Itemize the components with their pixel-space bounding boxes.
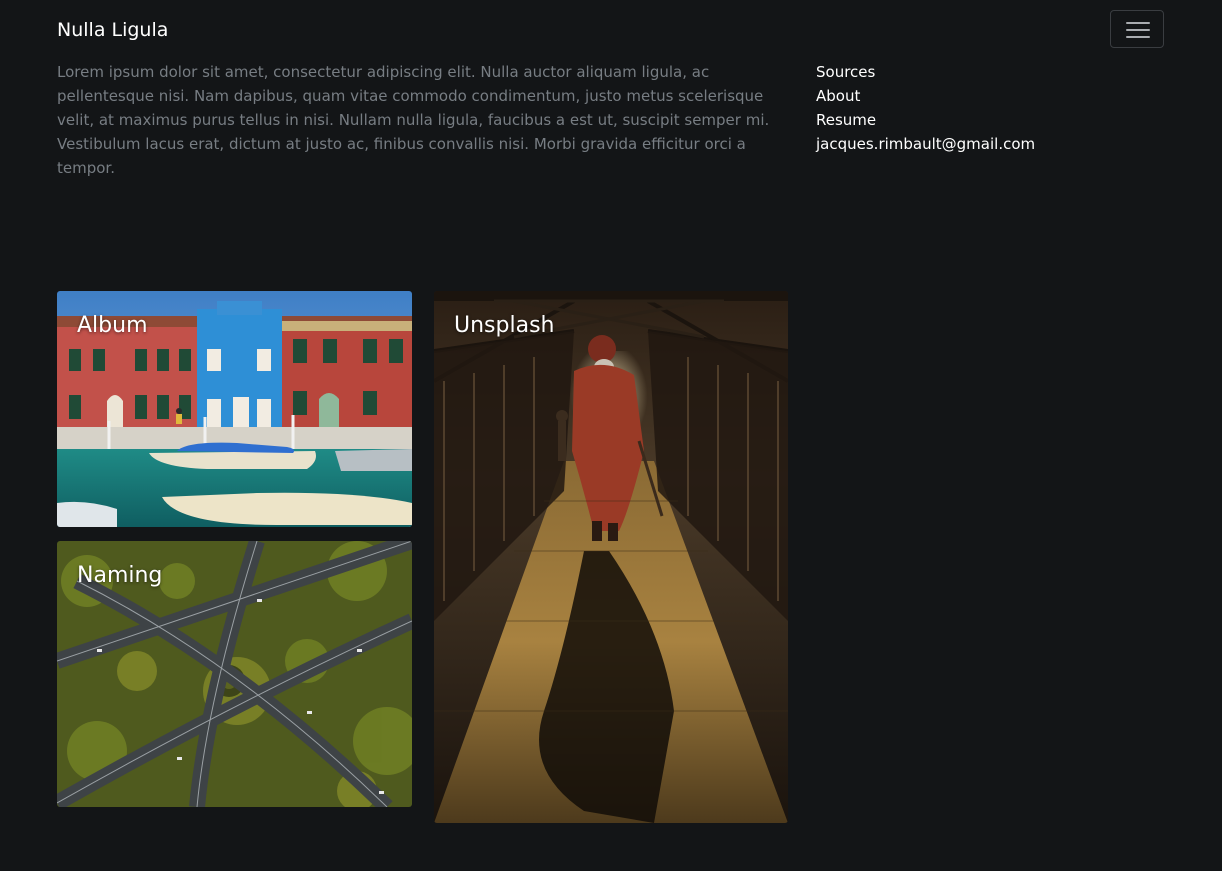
card-unsplash[interactable]: Unsplash (434, 291, 788, 823)
card-naming[interactable]: Naming (57, 541, 412, 807)
navbar-toggle-button[interactable] (1110, 10, 1164, 48)
navbar-brand[interactable]: Nulla Ligula (57, 19, 168, 41)
link-about[interactable]: About (816, 87, 860, 105)
card-title: Album (77, 313, 148, 338)
unsplash-image (434, 291, 788, 823)
list-item: Sources (816, 60, 1035, 84)
header-links: Sources About Resume jacques.rimbault@gm… (816, 60, 1035, 156)
card-title: Unsplash (454, 313, 555, 338)
link-resume[interactable]: Resume (816, 111, 876, 129)
link-email[interactable]: jacques.rimbault@gmail.com (816, 135, 1035, 153)
list-item: About (816, 84, 1035, 108)
hamburger-menu-icon (1126, 22, 1150, 38)
card-title: Naming (77, 563, 163, 588)
list-item: jacques.rimbault@gmail.com (816, 132, 1035, 156)
card-album[interactable]: Album (57, 291, 412, 527)
page: Nulla Ligula Lorem ipsum dolor sit amet,… (0, 0, 1222, 871)
link-sources[interactable]: Sources (816, 63, 875, 81)
intro-text: Lorem ipsum dolor sit amet, consectetur … (57, 63, 770, 177)
list-item: Resume (816, 108, 1035, 132)
